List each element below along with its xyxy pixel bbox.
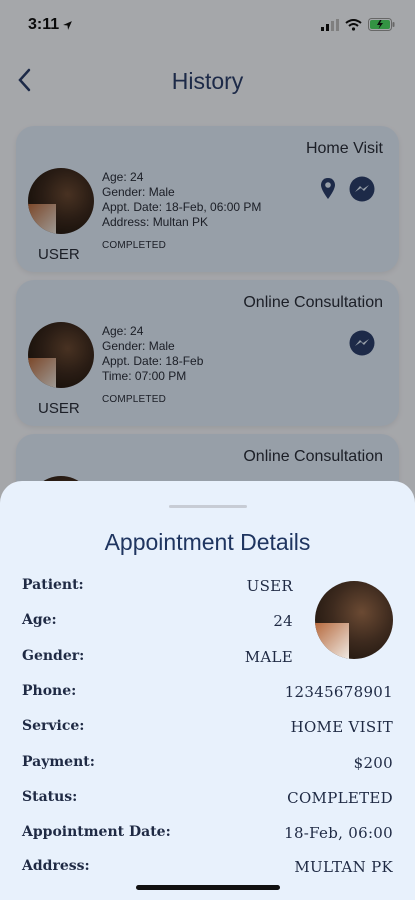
detail-value: USER bbox=[246, 577, 293, 595]
detail-row-service: Service: HOME VISIT bbox=[22, 718, 393, 740]
detail-row-phone: Phone: 12345678901 bbox=[22, 683, 393, 705]
detail-label: Status: bbox=[22, 789, 78, 805]
detail-label: Payment: bbox=[22, 754, 95, 770]
detail-value: HOME VISIT bbox=[290, 718, 393, 736]
drag-handle[interactable] bbox=[169, 505, 247, 508]
detail-label: Patient: bbox=[22, 577, 84, 593]
detail-label: Phone: bbox=[22, 683, 77, 699]
sheet-title: Appointment Details bbox=[104, 529, 311, 555]
detail-value: 24 bbox=[273, 612, 293, 630]
detail-label: Service: bbox=[22, 718, 85, 734]
detail-label: Age: bbox=[22, 612, 57, 628]
detail-label: Gender: bbox=[22, 648, 85, 664]
appointment-details-sheet: Appointment Details Patient: USER Age: 2… bbox=[0, 481, 415, 900]
detail-label: Appointment Date: bbox=[22, 824, 171, 840]
detail-value: MULTAN PK bbox=[294, 858, 393, 876]
detail-value: $200 bbox=[353, 754, 393, 772]
avatar bbox=[315, 581, 393, 659]
detail-row-payment: Payment: $200 bbox=[22, 754, 393, 776]
detail-value: 18-Feb, 06:00 bbox=[284, 824, 393, 842]
detail-row-address: Address: MULTAN PK bbox=[22, 858, 393, 880]
detail-label: Address: bbox=[22, 858, 90, 874]
detail-value: COMPLETED bbox=[287, 789, 393, 807]
detail-row-appointment-date: Appointment Date: 18-Feb, 06:00 bbox=[22, 824, 393, 846]
detail-row-status: Status: COMPLETED bbox=[22, 789, 393, 811]
detail-value: MALE bbox=[244, 648, 293, 666]
home-indicator bbox=[136, 885, 280, 890]
detail-value: 12345678901 bbox=[284, 683, 393, 701]
